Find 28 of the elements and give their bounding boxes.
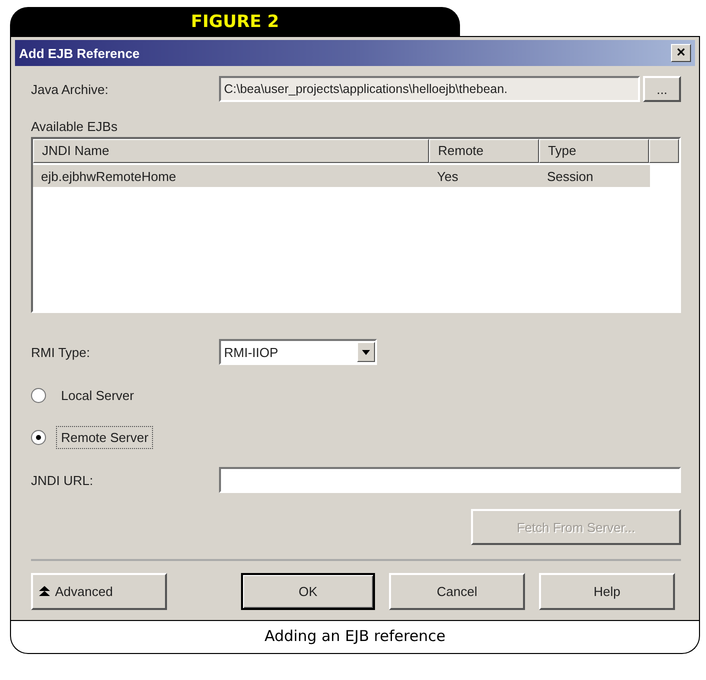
radio-button[interactable] (31, 388, 46, 402)
window-title: Add EJB Reference (19, 46, 140, 60)
dialog-button[interactable]: Help (539, 573, 675, 610)
column-header[interactable]: Type (539, 139, 649, 163)
browse-button[interactable]: ... (643, 76, 681, 102)
dialog-button[interactable]: Cancel (389, 573, 525, 610)
double-up-arrow-icon (39, 586, 50, 597)
radio-label[interactable]: Remote Server (56, 426, 154, 448)
close-button[interactable]: × (671, 44, 691, 62)
table-cell-text: ejb.ejbhwRemoteHome (40, 168, 178, 184)
available-ejbs-label: Available EJBs (31, 119, 118, 134)
java-archive-field[interactable]: C:\bea\user_projects\applications\helloejb\thebean. (219, 76, 640, 102)
rmi-type-dropdown[interactable]: RMI-IIOP (219, 339, 377, 365)
table-row[interactable]: ejb.ejbhwRemoteHome Yes Session (33, 165, 650, 187)
table-cell-text: Session (546, 168, 594, 184)
java-archive-label: Java Archive: (31, 82, 110, 96)
jndi-url-field[interactable] (219, 467, 681, 493)
radio-label[interactable]: Local Server (56, 384, 139, 406)
table-cell-text: Yes (436, 168, 460, 184)
rmi-type-label: RMI Type: (31, 344, 92, 360)
figure-label: FIGURE 2 (190, 12, 280, 34)
jndi-url-label: JNDI URL: (31, 472, 94, 488)
advanced-button[interactable]: Advanced (31, 573, 167, 610)
ok-button[interactable]: OK (241, 573, 375, 610)
column-header[interactable]: Remote (429, 139, 539, 163)
radio-button[interactable] (31, 430, 46, 444)
figure-caption: Adding an EJB reference (263, 626, 447, 647)
column-header[interactable]: JNDI Name (33, 139, 429, 163)
